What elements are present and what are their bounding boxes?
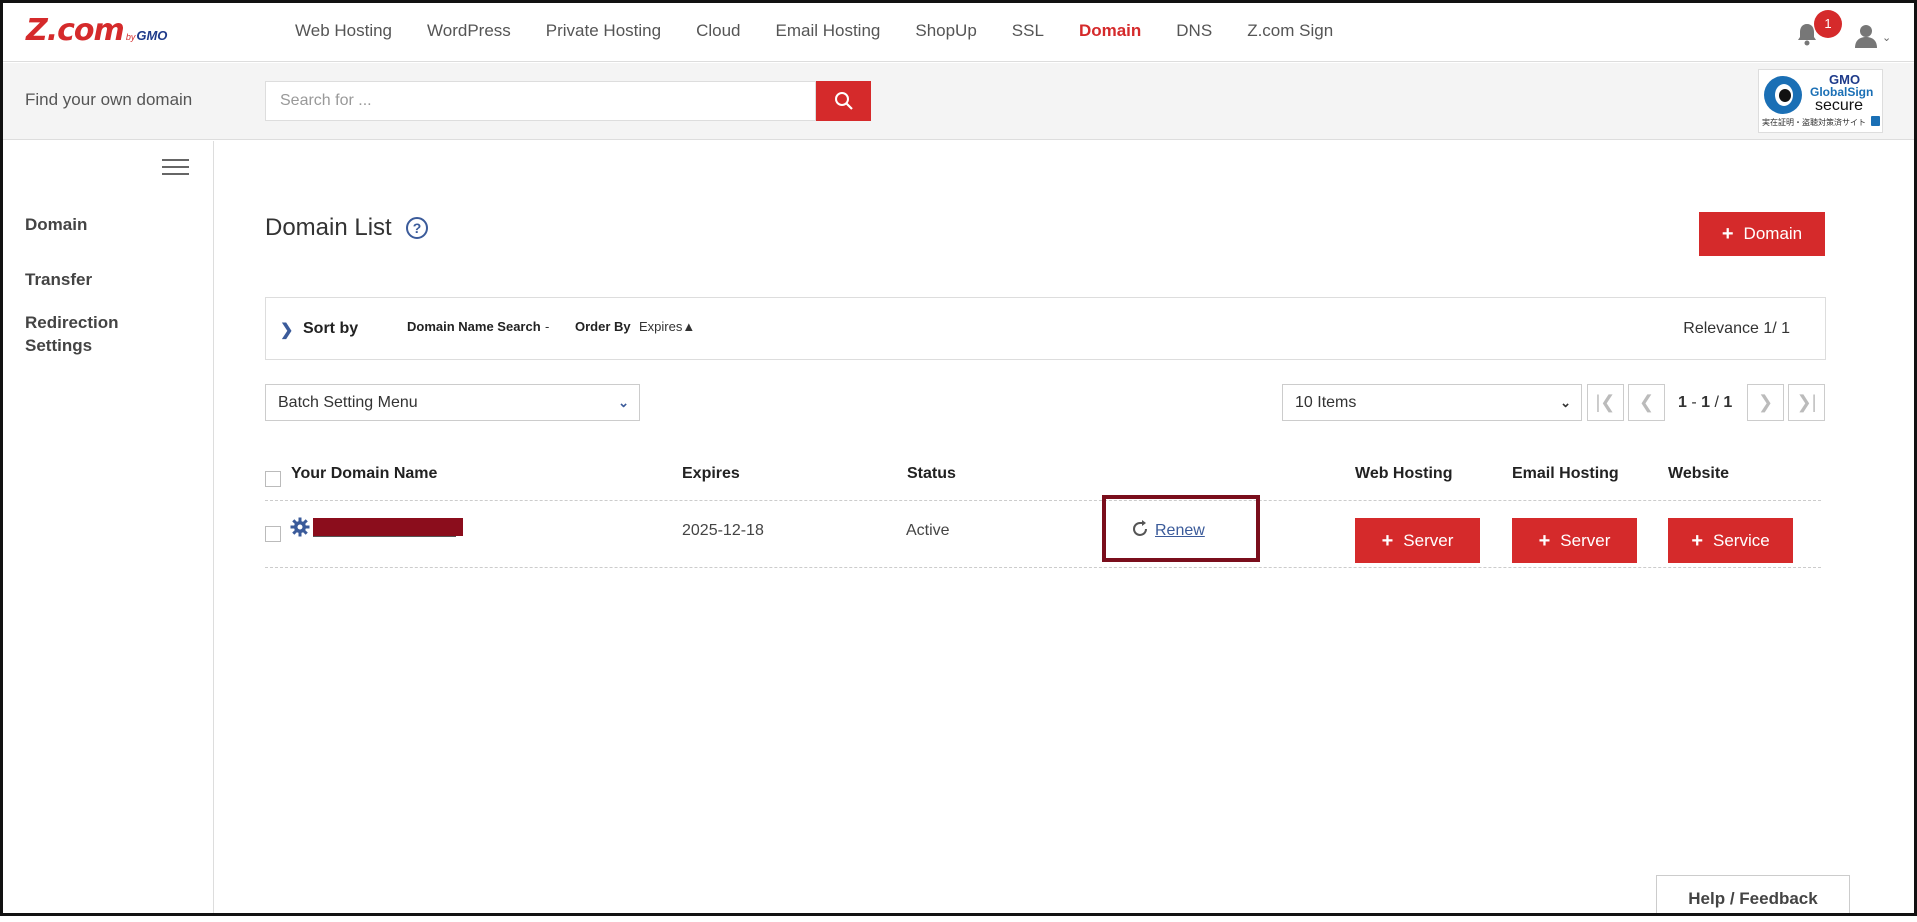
- header-website: Website: [1668, 465, 1730, 482]
- nav-item-domain[interactable]: Domain: [1079, 21, 1141, 41]
- gear-icon[interactable]: [290, 517, 310, 537]
- first-page-button[interactable]: |❮: [1587, 384, 1624, 421]
- add-website-service-button[interactable]: + Service: [1668, 518, 1793, 563]
- nav-item-private-hosting[interactable]: Private Hosting: [546, 21, 661, 41]
- expires-date: 2025-12-18: [682, 522, 764, 539]
- nav-item-cloud[interactable]: Cloud: [696, 21, 740, 41]
- items-per-page-value: 10 Items: [1295, 394, 1357, 411]
- header-expires: Expires: [682, 465, 740, 482]
- range-start: 1: [1678, 394, 1687, 411]
- header-status: Status: [907, 465, 956, 482]
- status-value: Active: [906, 522, 950, 539]
- nav-item-zcom-sign[interactable]: Z.com Sign: [1247, 21, 1333, 41]
- pagination-range: 1 - 1 / 1: [1678, 394, 1732, 412]
- batch-setting-menu-value: Batch Setting Menu: [278, 394, 418, 411]
- header-divider: [265, 500, 1821, 501]
- row-checkbox[interactable]: [265, 526, 281, 542]
- chevron-down-icon: ⌄: [1560, 395, 1571, 410]
- sort-panel: ❯ Sort by Domain Name Search - Order By …: [265, 297, 1826, 360]
- search-button[interactable]: [816, 81, 871, 121]
- zcom-logo[interactable]: Z.com by GMO: [26, 16, 167, 46]
- row-divider: [265, 567, 1821, 568]
- email-hosting-button-label: Server: [1560, 530, 1611, 550]
- items-per-page-select[interactable]: 10 Items ⌄: [1282, 384, 1582, 421]
- sidebar: Domain Transfer Redirection Settings: [0, 141, 214, 916]
- header-domain-name: Your Domain Name: [291, 465, 438, 482]
- range-of: /: [1710, 394, 1724, 411]
- range-end: 1: [1701, 394, 1711, 411]
- sort-by-toggle[interactable]: Sort by: [303, 320, 358, 338]
- domain-search-input[interactable]: [265, 81, 816, 121]
- nav-item-wordpress[interactable]: WordPress: [427, 21, 511, 41]
- renew-link[interactable]: Renew: [1155, 522, 1205, 540]
- page-title: Domain List: [265, 214, 392, 241]
- logo-by-text: by: [125, 32, 136, 42]
- find-domain-label: Find your own domain: [25, 90, 193, 109]
- main-menu: Web Hosting WordPress Private Hosting Cl…: [295, 0, 1368, 62]
- lock-icon: [1871, 116, 1880, 126]
- globalsign-eye-logo: [1764, 76, 1802, 114]
- domain-name-link-redacted[interactable]: [313, 518, 463, 536]
- globalsign-secure-seal[interactable]: GMO GlobalSign secure 実在証明・盗聴対策済サイト: [1758, 69, 1883, 133]
- nav-item-web-hosting[interactable]: Web Hosting: [295, 21, 392, 41]
- search-icon: [834, 92, 853, 110]
- nav-item-shopup[interactable]: ShopUp: [915, 21, 976, 41]
- domain-search-bar: Find your own domain GMO GlobalSign secu…: [0, 63, 1917, 140]
- last-page-button[interactable]: ❯|: [1788, 384, 1825, 421]
- plus-icon: +: [1538, 529, 1551, 552]
- relevance-count: Relevance 1/ 1: [1683, 320, 1790, 337]
- nav-item-email-hosting[interactable]: Email Hosting: [775, 21, 880, 41]
- add-email-hosting-server-button[interactable]: + Server: [1512, 518, 1637, 563]
- nav-item-dns[interactable]: DNS: [1176, 21, 1212, 41]
- sidebar-item-transfer[interactable]: Transfer: [25, 268, 92, 291]
- order-by-value: Expires▲: [639, 319, 696, 334]
- web-hosting-button-label: Server: [1403, 530, 1454, 550]
- header-email-hosting: Email Hosting: [1512, 465, 1619, 482]
- add-domain-button[interactable]: + Domain: [1699, 212, 1825, 256]
- order-by-label: Order By: [575, 319, 631, 334]
- help-feedback-button[interactable]: Help / Feedback: [1656, 875, 1850, 916]
- range-total: 1: [1723, 394, 1733, 411]
- globalsign-secure-text: secure: [1815, 97, 1864, 114]
- sidebar-item-redirection-settings[interactable]: Redirection Settings: [25, 311, 175, 357]
- globalsign-jp-text: 実在証明・盗聴対策済サイト: [1762, 118, 1866, 127]
- plus-icon: +: [1691, 529, 1703, 552]
- sidebar-item-domain[interactable]: Domain: [25, 213, 87, 236]
- plus-icon: +: [1381, 529, 1394, 552]
- select-all-checkbox[interactable]: [265, 471, 281, 487]
- user-menu-chevron-down-icon[interactable]: ⌄: [1882, 31, 1891, 44]
- next-page-button[interactable]: ❯: [1747, 384, 1784, 421]
- range-separator: -: [1686, 394, 1702, 411]
- add-web-hosting-server-button[interactable]: + Server: [1355, 518, 1480, 563]
- top-navigation: Z.com by GMO Web Hosting WordPress Priva…: [0, 0, 1917, 62]
- previous-page-button[interactable]: ❮: [1628, 384, 1665, 421]
- batch-setting-menu-select[interactable]: Batch Setting Menu ⌄: [265, 384, 640, 421]
- domain-name-search-value: -: [545, 319, 550, 334]
- website-button-label: Service: [1713, 530, 1770, 550]
- notification-count-badge[interactable]: 1: [1814, 10, 1842, 38]
- logo-main-text: Z.com: [26, 13, 125, 48]
- header-web-hosting: Web Hosting: [1355, 465, 1453, 482]
- nav-item-ssl[interactable]: SSL: [1012, 21, 1044, 41]
- domain-name-search-label: Domain Name Search: [407, 319, 541, 334]
- domain-link-underline: [313, 536, 456, 537]
- user-account-icon[interactable]: [1854, 24, 1878, 48]
- chevron-right-icon[interactable]: ❯: [280, 320, 293, 340]
- hamburger-menu-icon[interactable]: [162, 159, 189, 177]
- add-domain-label: Domain: [1743, 224, 1803, 243]
- plus-icon: +: [1721, 223, 1734, 245]
- logo-gmo-text: GMO: [136, 28, 168, 43]
- renew-refresh-icon: [1133, 520, 1147, 536]
- chevron-down-icon: ⌄: [618, 395, 629, 410]
- help-question-icon[interactable]: ?: [406, 217, 428, 239]
